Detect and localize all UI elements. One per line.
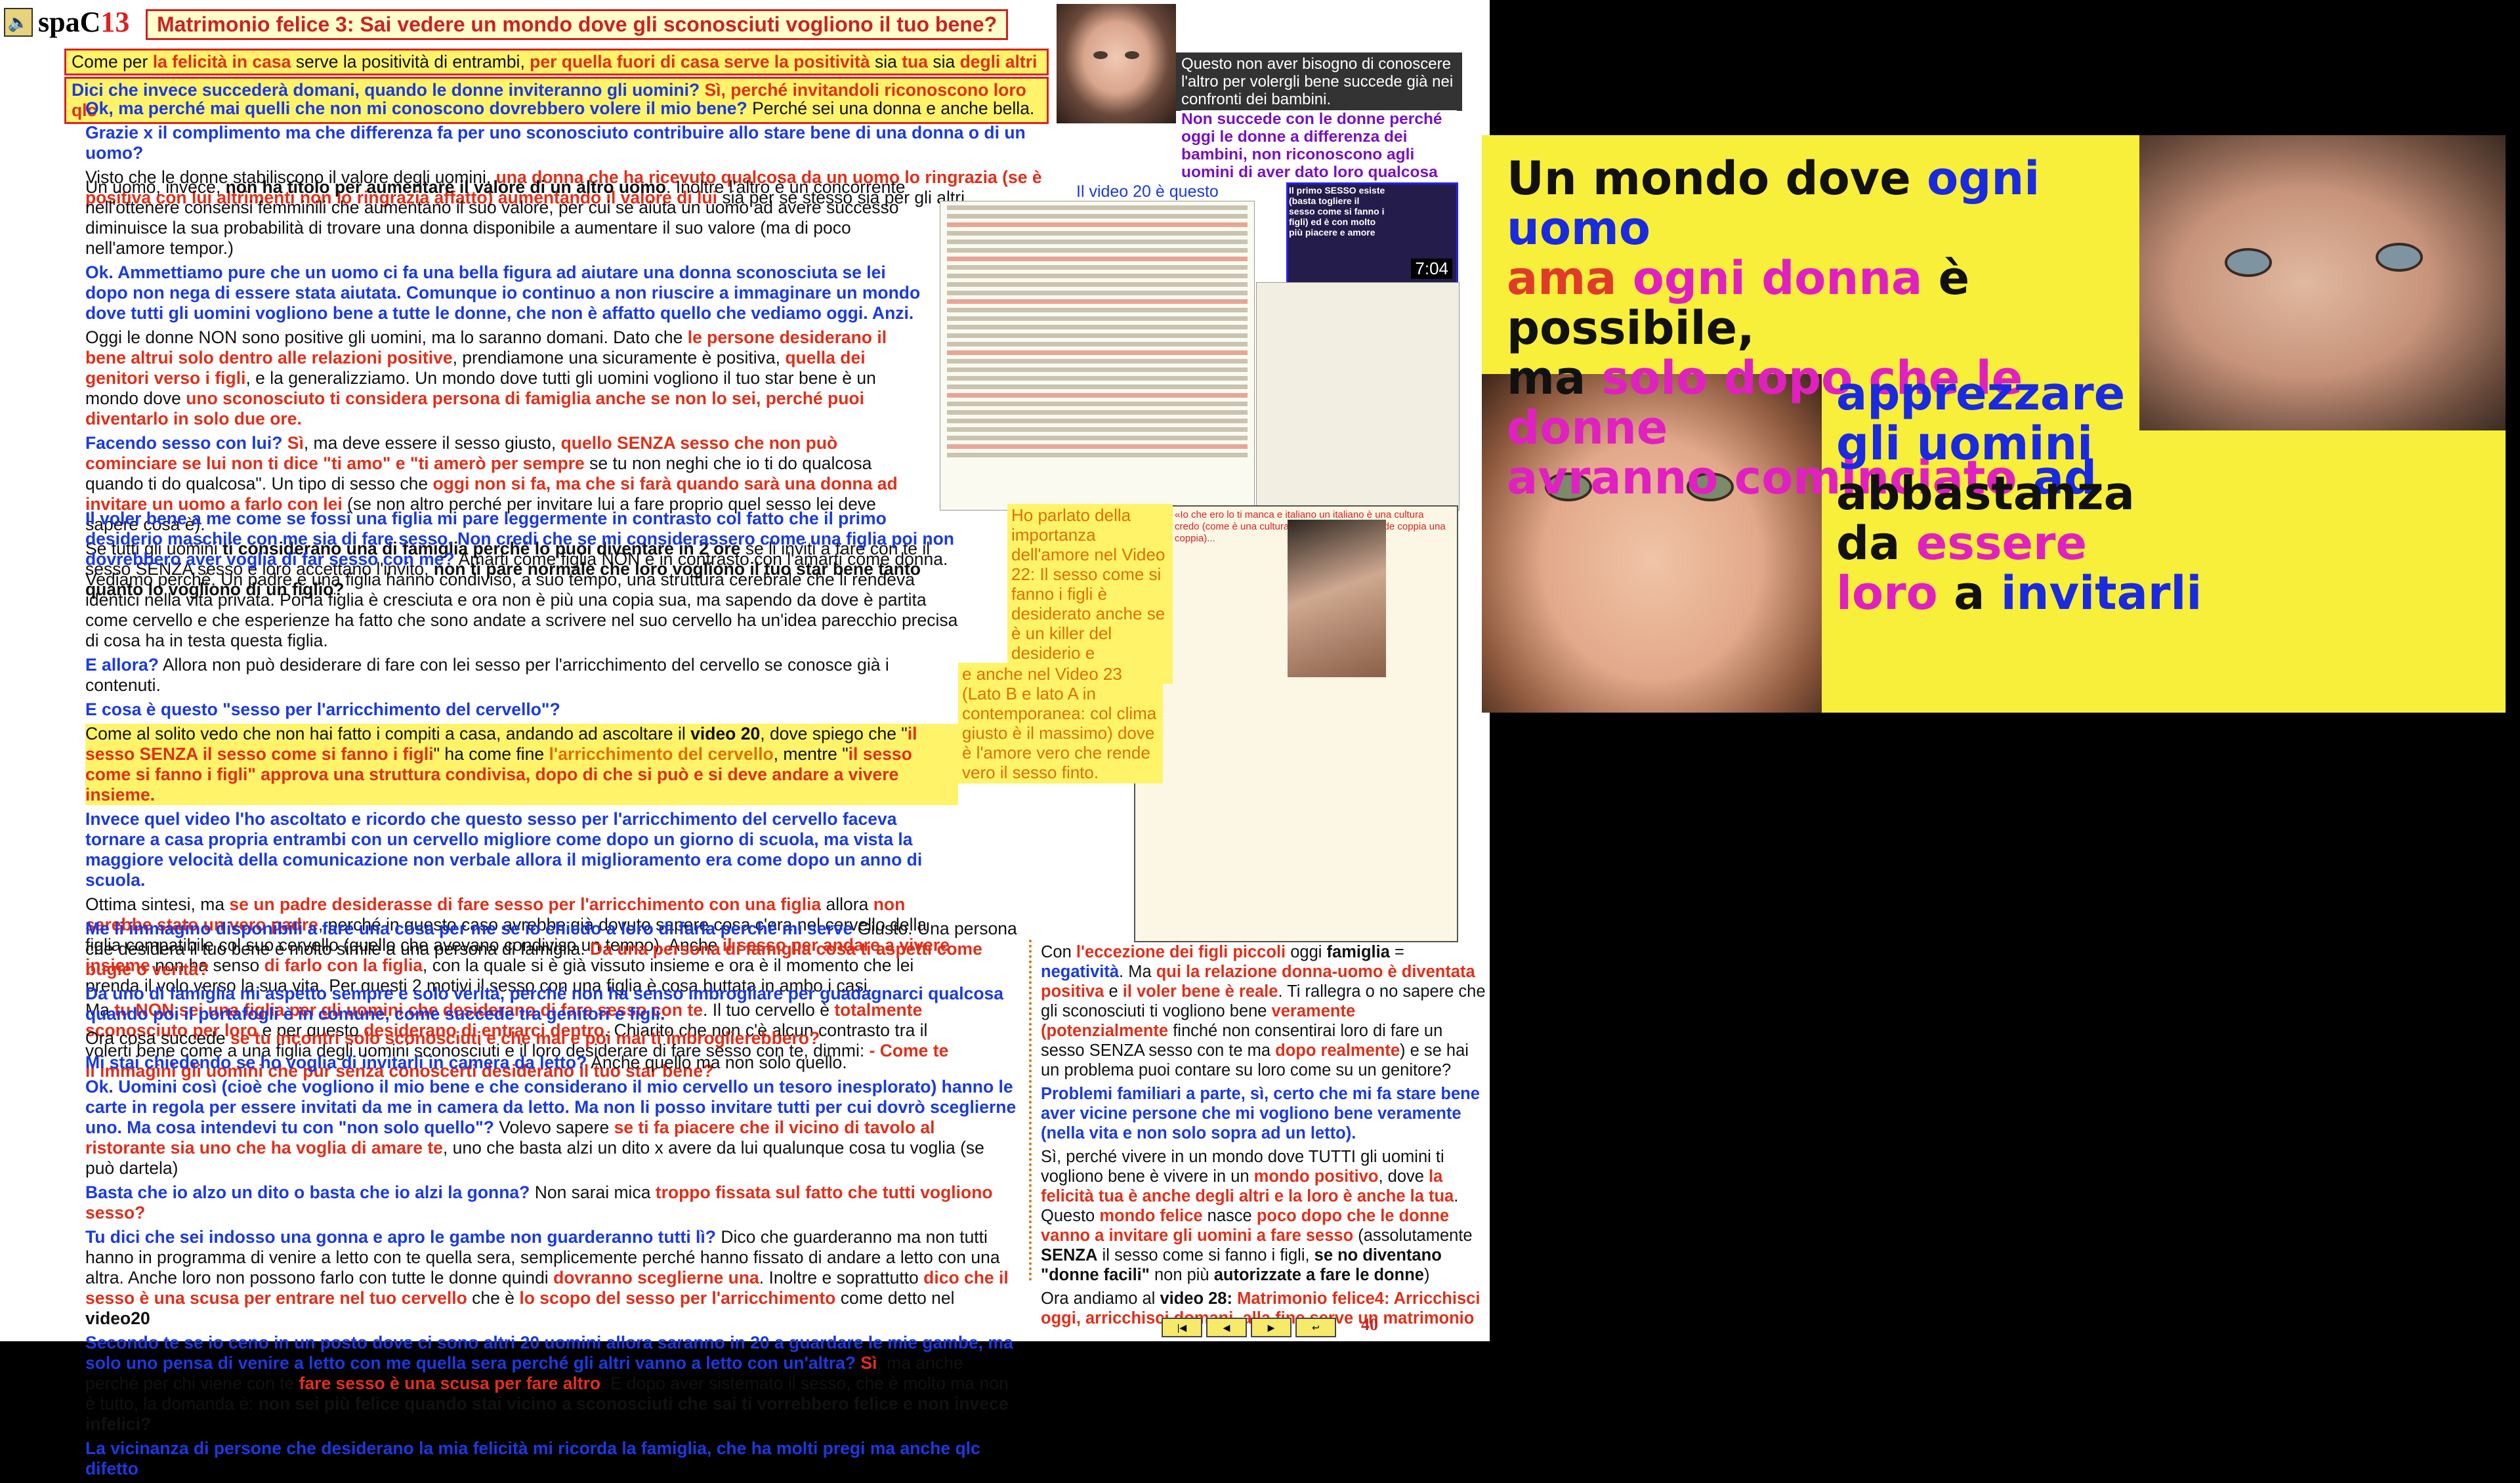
page-number: 40 — [1361, 1315, 1378, 1334]
embedded-document-lower: «Io che ero lo ti manca e italiano un it… — [1134, 505, 1458, 942]
page-navigation: |◀ ◀ ▶ ↩ — [1162, 1318, 1336, 1337]
side-note-purple: Non succede con le donne perché oggi le … — [1181, 110, 1457, 181]
couple-photo — [1288, 520, 1386, 677]
video-20-label[interactable]: Il video 20 è questo — [1076, 182, 1219, 201]
slide-message-cont: apprezzare gli uomini abbastanza da esse… — [1836, 367, 2202, 620]
paragraph: Con l'eccezione dei figli piccoli oggi f… — [1041, 943, 1486, 1079]
embedded-document-preview — [940, 201, 1255, 511]
paragraph: Ora cosa succede se tu incontri solo sco… — [85, 1028, 820, 1048]
paragraph: Ok. Ammettiamo pure che un uomo ci fa un… — [85, 262, 921, 323]
video-duration: 7:04 — [1411, 259, 1452, 279]
paragraph: E allora? Allora non può desiderare di f… — [85, 655, 889, 695]
paragraph: Me li immagino disponibili a fare una co… — [85, 919, 1017, 979]
speaker-icon[interactable]: 🔈 — [4, 8, 33, 37]
paragraph: Mi stai chiedendo se ho voglia di invita… — [85, 1053, 847, 1072]
slide-image: Un mondo dove ogni uomo ama ogni donna è… — [1482, 135, 2506, 713]
paragraph: Secondo te se io ceno in un posto dove c… — [85, 1333, 1013, 1434]
header: 🔈 spaC13 Matrimonio felice 3: Sai vedere… — [0, 0, 1490, 49]
paragraph: Ok. Uomini così (cioè che vogliono il mi… — [85, 1077, 1017, 1178]
paragraph: Un uomo, invece, non ha titolo per aumen… — [85, 177, 906, 258]
right-lower-column: Con l'eccezione dei figli piccoli oggi f… — [1041, 942, 1487, 1332]
paragraph: Come al solito vedo che non hai fatto i … — [85, 724, 958, 805]
body-lower: Me li immagino disponibili a fare una co… — [85, 919, 1017, 1483]
home-icon[interactable]: ↩ — [1295, 1318, 1336, 1337]
embedded-document-preview-2 — [1256, 282, 1460, 511]
paragraph: Basta che io alzo un dito o basta che io… — [85, 1182, 993, 1222]
dotted-connector — [1029, 940, 1032, 1281]
paragraph: Da uno di famiglia mi aspetto sempre e s… — [85, 984, 1003, 1024]
document-page: 🔈 spaC13 Matrimonio felice 3: Sai vedere… — [0, 0, 1490, 1478]
side-note-video23: e anche nel Video 23 (Lato B e lato A in… — [958, 663, 1163, 783]
paragraph: Sì, perché vivere in un mondo dove TUTTI… — [1041, 1148, 1473, 1284]
first-page-icon[interactable]: |◀ — [1162, 1318, 1202, 1337]
paragraph: La vicinanza di persone che desiderano l… — [85, 1438, 980, 1478]
next-page-icon[interactable]: ▶ — [1251, 1318, 1292, 1337]
paragraph: Problemi familiari a parte, sì, certo ch… — [1041, 1085, 1480, 1142]
prev-page-icon[interactable]: ◀ — [1206, 1318, 1247, 1337]
video-caption: Questo non aver bisogno di conoscere l'a… — [1176, 52, 1462, 111]
video-thumbnail-face[interactable] — [1057, 4, 1176, 123]
paragraph: E cosa è questo "sesso per l'arricchimen… — [85, 700, 560, 719]
paragraph: Oggi le donne NON sono positive gli uomi… — [85, 327, 887, 428]
page-title: Matrimonio felice 3: Sai vedere un mondo… — [146, 9, 1009, 40]
paragraph: Tu dici che sei indosso una gonna e apro… — [85, 1227, 1009, 1328]
intro-line-1: Come per la felicità in casa serve la po… — [64, 49, 1049, 75]
page-number-label: 13 — [100, 6, 130, 38]
paragraph: Grazie x il complimento ma che differenz… — [85, 123, 1026, 163]
paragraph: Il voler bene a me come se fossi una fig… — [85, 509, 958, 650]
paragraph: Ok, ma perché mai quelli che non mi cono… — [85, 98, 1035, 118]
video-thumbnail-caption: Il primo SESSO esiste (basta togliere il… — [1289, 185, 1385, 238]
side-note-video22: Ho parlato della importanza dell'amore n… — [1007, 504, 1173, 684]
paragraph: Invece quel video l'ho ascoltato e ricor… — [85, 809, 923, 890]
brand: spaC13 — [38, 6, 130, 38]
